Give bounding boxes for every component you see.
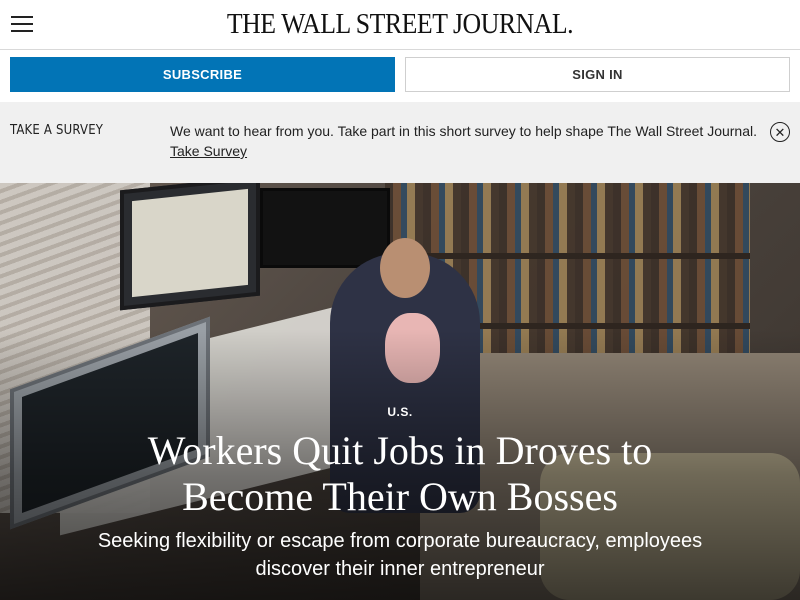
close-circle-icon[interactable]: ✕ <box>770 122 790 142</box>
survey-tag: TAKE A SURVEY <box>10 123 104 138</box>
hamburger-menu-icon[interactable] <box>11 16 33 34</box>
hamburger-line <box>11 23 33 25</box>
subscribe-button[interactable]: SUBSCRIBE <box>10 57 395 92</box>
hero-story[interactable]: U.S. Workers Quit Jobs in Droves to Beco… <box>0 183 800 600</box>
hero-dek: Seeking flexibility or escape from corpo… <box>97 530 703 580</box>
survey-message-block: We want to hear from you. Take part in t… <box>170 121 762 161</box>
hero-headline[interactable]: Workers Quit Jobs in Droves to Become Th… <box>100 428 700 520</box>
hero-section-label[interactable]: U.S. <box>0 405 800 419</box>
site-header: THE WALL STREET JOURNAL. <box>0 0 800 50</box>
hamburger-line <box>11 30 33 32</box>
hamburger-line <box>11 16 33 18</box>
survey-banner: TAKE A SURVEY We want to hear from you. … <box>0 102 800 183</box>
sign-in-button[interactable]: SIGN IN <box>405 57 790 92</box>
take-survey-link[interactable]: Take Survey <box>170 143 247 159</box>
survey-message: We want to hear from you. Take part in t… <box>170 123 757 139</box>
masthead-logo[interactable]: THE WALL STREET JOURNAL. <box>32 9 768 41</box>
